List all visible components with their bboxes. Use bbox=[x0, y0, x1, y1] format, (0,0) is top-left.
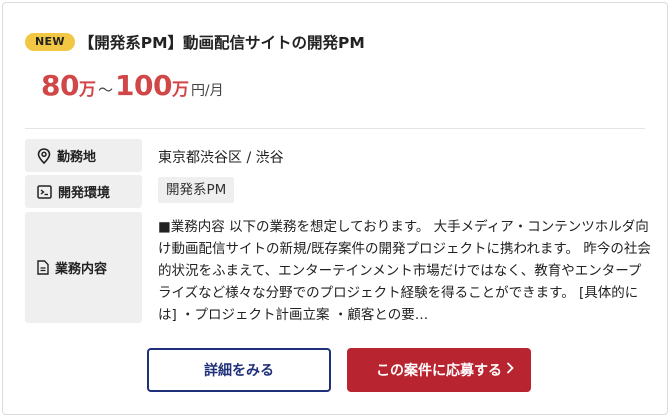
job-title[interactable]: 【開発系PM】動画配信サイトの開発PM bbox=[79, 31, 365, 53]
apply-button-label: この案件に応募する bbox=[376, 362, 502, 378]
job-header: NEW 【開発系PM】動画配信サイトの開発PM bbox=[25, 31, 365, 53]
work-label-text: 業務内容 bbox=[55, 262, 108, 277]
terminal-icon bbox=[37, 184, 52, 199]
divider bbox=[25, 128, 645, 129]
salary-max: 100 bbox=[114, 69, 172, 102]
env-label-text: 開発環境 bbox=[58, 186, 111, 201]
work-description: ■業務内容 以下の業務を想定しております。 大手メディア・コンテンツホルダ向け動… bbox=[158, 219, 651, 323]
work-label: 業務内容 bbox=[25, 212, 142, 323]
chevron-right-icon bbox=[506, 362, 514, 374]
document-icon bbox=[37, 260, 49, 275]
env-label: 開発環境 bbox=[25, 175, 142, 208]
detail-button-label: 詳細をみる bbox=[204, 362, 274, 378]
location-value: 東京都渋谷区 / 渋谷 bbox=[158, 150, 284, 166]
job-card: NEW 【開発系PM】動画配信サイトの開発PM 80 万 〜 100 万 円/月… bbox=[2, 2, 668, 415]
location-pin-icon bbox=[37, 147, 51, 164]
new-badge: NEW bbox=[25, 33, 75, 51]
salary-min: 80 bbox=[41, 69, 79, 102]
location-label: 勤務地 bbox=[25, 139, 142, 172]
env-tag: 開発系PM bbox=[158, 177, 235, 203]
detail-button[interactable]: 詳細をみる bbox=[147, 348, 331, 392]
salary: 80 万 〜 100 万 円/月 bbox=[41, 69, 224, 102]
apply-button[interactable]: この案件に応募する bbox=[347, 348, 531, 392]
salary-unit-man-2: 万 bbox=[171, 80, 189, 100]
salary-unit-man: 万 bbox=[78, 80, 96, 100]
salary-period: 円/月 bbox=[190, 83, 224, 99]
location-label-text: 勤務地 bbox=[57, 150, 97, 165]
salary-tilde: 〜 bbox=[97, 81, 113, 99]
